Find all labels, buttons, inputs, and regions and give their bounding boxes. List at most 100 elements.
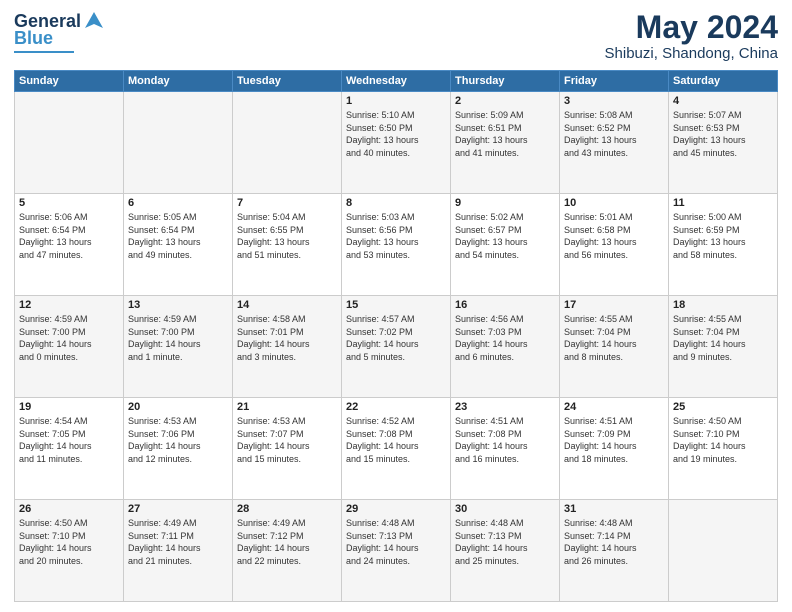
calendar-cell: 20 Sunrise: 4:53 AM Sunset: 7:06 PM Dayli… — [124, 398, 233, 500]
calendar-cell: 15Sunrise: 4:57 AM Sunset: 7:02 PM Dayli… — [342, 296, 451, 398]
day-info: Sunrise: 4:49 AM Sunset: 7:12 PM Dayligh… — [237, 517, 337, 567]
day-number: 12 — [19, 299, 119, 311]
calendar-week-2: 5 Sunrise: 5:06 AM Sunset: 6:54 PM Daylig… — [15, 194, 778, 296]
calendar-cell: 6 Sunrise: 5:05 AM Sunset: 6:54 PM Daylig… — [124, 194, 233, 296]
day-info: Sunrise: 5:04 AM Sunset: 6:55 PM Dayligh… — [237, 211, 337, 261]
day-number: 28 — [237, 503, 337, 515]
calendar-cell: 27 Sunrise: 4:49 AM Sunset: 7:11 PM Dayli… — [124, 500, 233, 602]
calendar-cell: 13 Sunrise: 4:59 AM Sunset: 7:00 PM Dayli… — [124, 296, 233, 398]
calendar-cell: 31 Sunrise: 4:48 AM Sunset: 7:14 PM Dayli… — [560, 500, 669, 602]
day-info: Sunrise: 5:01 AM Sunset: 6:58 PM Dayligh… — [564, 211, 664, 261]
day-info: Sunrise: 4:55 AM Sunset: 7:04 PM Dayligh… — [673, 313, 773, 363]
day-info: Sunrise: 5:00 AM Sunset: 6:59 PM Dayligh… — [673, 211, 773, 261]
calendar-cell: 25 Sunrise: 4:50 AM Sunset: 7:10 PM Dayli… — [669, 398, 778, 500]
location: Shibuzi, Shandong, China — [605, 45, 778, 62]
day-info: Sunrise: 4:54 AM Sunset: 7:05 PM Dayligh… — [19, 415, 119, 465]
header-monday: Monday — [124, 71, 233, 92]
day-number: 5 — [19, 197, 119, 209]
title-block: May 2024 Shibuzi, Shandong, China — [605, 10, 778, 62]
day-number: 24 — [564, 401, 664, 413]
calendar-cell: 22 Sunrise: 4:52 AM Sunset: 7:08 PM Dayli… — [342, 398, 451, 500]
header: General Blue May 2024 Shibuzi, Shandong,… — [14, 10, 778, 62]
calendar-cell — [233, 92, 342, 194]
day-info: Sunrise: 4:50 AM Sunset: 7:10 PM Dayligh… — [19, 517, 119, 567]
calendar: Sunday Monday Tuesday Wednesday Thursday… — [14, 70, 778, 602]
day-info: Sunrise: 4:56 AM Sunset: 7:03 PM Dayligh… — [455, 313, 555, 363]
calendar-cell: 2Sunrise: 5:09 AM Sunset: 6:51 PM Daylig… — [451, 92, 560, 194]
calendar-cell: 19 Sunrise: 4:54 AM Sunset: 7:05 PM Dayli… — [15, 398, 124, 500]
calendar-cell: 16 Sunrise: 4:56 AM Sunset: 7:03 PM Dayli… — [451, 296, 560, 398]
calendar-cell — [15, 92, 124, 194]
day-info: Sunrise: 4:59 AM Sunset: 7:00 PM Dayligh… — [19, 313, 119, 363]
day-info: Sunrise: 4:48 AM Sunset: 7:13 PM Dayligh… — [346, 517, 446, 567]
calendar-cell — [124, 92, 233, 194]
day-number: 10 — [564, 197, 664, 209]
day-number: 27 — [128, 503, 228, 515]
weekday-header-row: Sunday Monday Tuesday Wednesday Thursday… — [15, 71, 778, 92]
calendar-cell — [669, 500, 778, 602]
day-number: 29 — [346, 503, 446, 515]
calendar-cell: 11 Sunrise: 5:00 AM Sunset: 6:59 PM Dayli… — [669, 194, 778, 296]
calendar-cell: 10 Sunrise: 5:01 AM Sunset: 6:58 PM Dayli… — [560, 194, 669, 296]
calendar-cell: 4 Sunrise: 5:07 AM Sunset: 6:53 PM Daylig… — [669, 92, 778, 194]
header-thursday: Thursday — [451, 71, 560, 92]
day-number: 25 — [673, 401, 773, 413]
calendar-cell: 23 Sunrise: 4:51 AM Sunset: 7:08 PM Dayli… — [451, 398, 560, 500]
calendar-cell: 7Sunrise: 5:04 AM Sunset: 6:55 PM Daylig… — [233, 194, 342, 296]
day-number: 26 — [19, 503, 119, 515]
day-info: Sunrise: 4:52 AM Sunset: 7:08 PM Dayligh… — [346, 415, 446, 465]
day-number: 15 — [346, 299, 446, 311]
day-info: Sunrise: 5:05 AM Sunset: 6:54 PM Dayligh… — [128, 211, 228, 261]
day-info: Sunrise: 4:48 AM Sunset: 7:14 PM Dayligh… — [564, 517, 664, 567]
page: General Blue May 2024 Shibuzi, Shandong,… — [0, 0, 792, 612]
calendar-cell: 5 Sunrise: 5:06 AM Sunset: 6:54 PM Daylig… — [15, 194, 124, 296]
day-number: 18 — [673, 299, 773, 311]
day-number: 6 — [128, 197, 228, 209]
day-number: 11 — [673, 197, 773, 209]
calendar-cell: 24Sunrise: 4:51 AM Sunset: 7:09 PM Dayli… — [560, 398, 669, 500]
day-number: 23 — [455, 401, 555, 413]
day-number: 1 — [346, 95, 446, 107]
day-number: 2 — [455, 95, 555, 107]
day-info: Sunrise: 5:02 AM Sunset: 6:57 PM Dayligh… — [455, 211, 555, 261]
day-info: Sunrise: 4:49 AM Sunset: 7:11 PM Dayligh… — [128, 517, 228, 567]
day-info: Sunrise: 4:59 AM Sunset: 7:00 PM Dayligh… — [128, 313, 228, 363]
calendar-cell: 1 Sunrise: 5:10 AM Sunset: 6:50 PM Daylig… — [342, 92, 451, 194]
day-info: Sunrise: 5:07 AM Sunset: 6:53 PM Dayligh… — [673, 109, 773, 159]
day-number: 4 — [673, 95, 773, 107]
day-info: Sunrise: 4:53 AM Sunset: 7:06 PM Dayligh… — [128, 415, 228, 465]
day-info: Sunrise: 5:03 AM Sunset: 6:56 PM Dayligh… — [346, 211, 446, 261]
day-info: Sunrise: 4:48 AM Sunset: 7:13 PM Dayligh… — [455, 517, 555, 567]
day-info: Sunrise: 4:53 AM Sunset: 7:07 PM Dayligh… — [237, 415, 337, 465]
calendar-cell: 26 Sunrise: 4:50 AM Sunset: 7:10 PM Dayli… — [15, 500, 124, 602]
calendar-cell: 8Sunrise: 5:03 AM Sunset: 6:56 PM Daylig… — [342, 194, 451, 296]
calendar-cell: 3Sunrise: 5:08 AM Sunset: 6:52 PM Daylig… — [560, 92, 669, 194]
calendar-cell: 28 Sunrise: 4:49 AM Sunset: 7:12 PM Dayli… — [233, 500, 342, 602]
calendar-cell: 14 Sunrise: 4:58 AM Sunset: 7:01 PM Dayli… — [233, 296, 342, 398]
day-number: 22 — [346, 401, 446, 413]
logo-icon — [83, 10, 105, 32]
calendar-week-1: 1 Sunrise: 5:10 AM Sunset: 6:50 PM Daylig… — [15, 92, 778, 194]
day-number: 19 — [19, 401, 119, 413]
day-info: Sunrise: 5:06 AM Sunset: 6:54 PM Dayligh… — [19, 211, 119, 261]
day-number: 13 — [128, 299, 228, 311]
day-number: 14 — [237, 299, 337, 311]
calendar-week-3: 12 Sunrise: 4:59 AM Sunset: 7:00 PM Dayli… — [15, 296, 778, 398]
day-info: Sunrise: 4:50 AM Sunset: 7:10 PM Dayligh… — [673, 415, 773, 465]
calendar-week-4: 19 Sunrise: 4:54 AM Sunset: 7:05 PM Dayli… — [15, 398, 778, 500]
header-tuesday: Tuesday — [233, 71, 342, 92]
month-title: May 2024 — [605, 10, 778, 45]
day-info: Sunrise: 5:10 AM Sunset: 6:50 PM Dayligh… — [346, 109, 446, 159]
calendar-table: Sunday Monday Tuesday Wednesday Thursday… — [14, 70, 778, 602]
day-number: 30 — [455, 503, 555, 515]
day-info: Sunrise: 5:08 AM Sunset: 6:52 PM Dayligh… — [564, 109, 664, 159]
day-info: Sunrise: 4:51 AM Sunset: 7:08 PM Dayligh… — [455, 415, 555, 465]
day-number: 16 — [455, 299, 555, 311]
header-friday: Friday — [560, 71, 669, 92]
day-info: Sunrise: 4:58 AM Sunset: 7:01 PM Dayligh… — [237, 313, 337, 363]
header-saturday: Saturday — [669, 71, 778, 92]
day-number: 20 — [128, 401, 228, 413]
day-number: 31 — [564, 503, 664, 515]
calendar-cell: 12 Sunrise: 4:59 AM Sunset: 7:00 PM Dayli… — [15, 296, 124, 398]
logo-blue: Blue — [14, 28, 53, 49]
